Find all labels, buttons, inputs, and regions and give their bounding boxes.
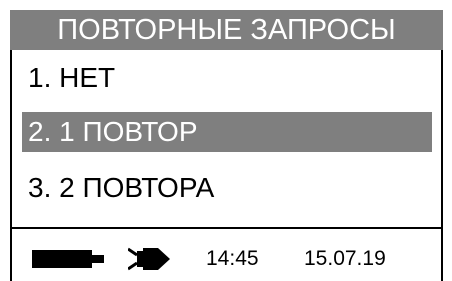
menu-item-none[interactable]: 1. НЕТ	[22, 58, 432, 98]
status-bar: 14:45 15.07.19	[12, 229, 441, 281]
menu-item-label: 2. 1 ПОВТОР	[28, 116, 198, 147]
battery-icon	[32, 250, 104, 268]
menu-item-label: 1. НЕТ	[28, 62, 116, 93]
clock-time: 14:45	[206, 247, 259, 270]
menu-item-label: 3. 2 ПОВТОРА	[28, 172, 215, 203]
page-title: ПОВТОРНЫЕ ЗАПРОСЫ	[10, 10, 443, 50]
clock-date: 15.07.19	[304, 247, 386, 270]
screen-frame-right	[441, 10, 443, 281]
power-plug-icon	[128, 247, 170, 271]
device-screen: ПОВТОРНЫЕ ЗАПРОСЫ 1. НЕТ 2. 1 ПОВТОР 3. …	[0, 0, 452, 281]
menu-item-one-retry[interactable]: 2. 1 ПОВТОР	[22, 112, 432, 152]
menu-item-two-retries[interactable]: 3. 2 ПОВТОРА	[22, 168, 432, 208]
